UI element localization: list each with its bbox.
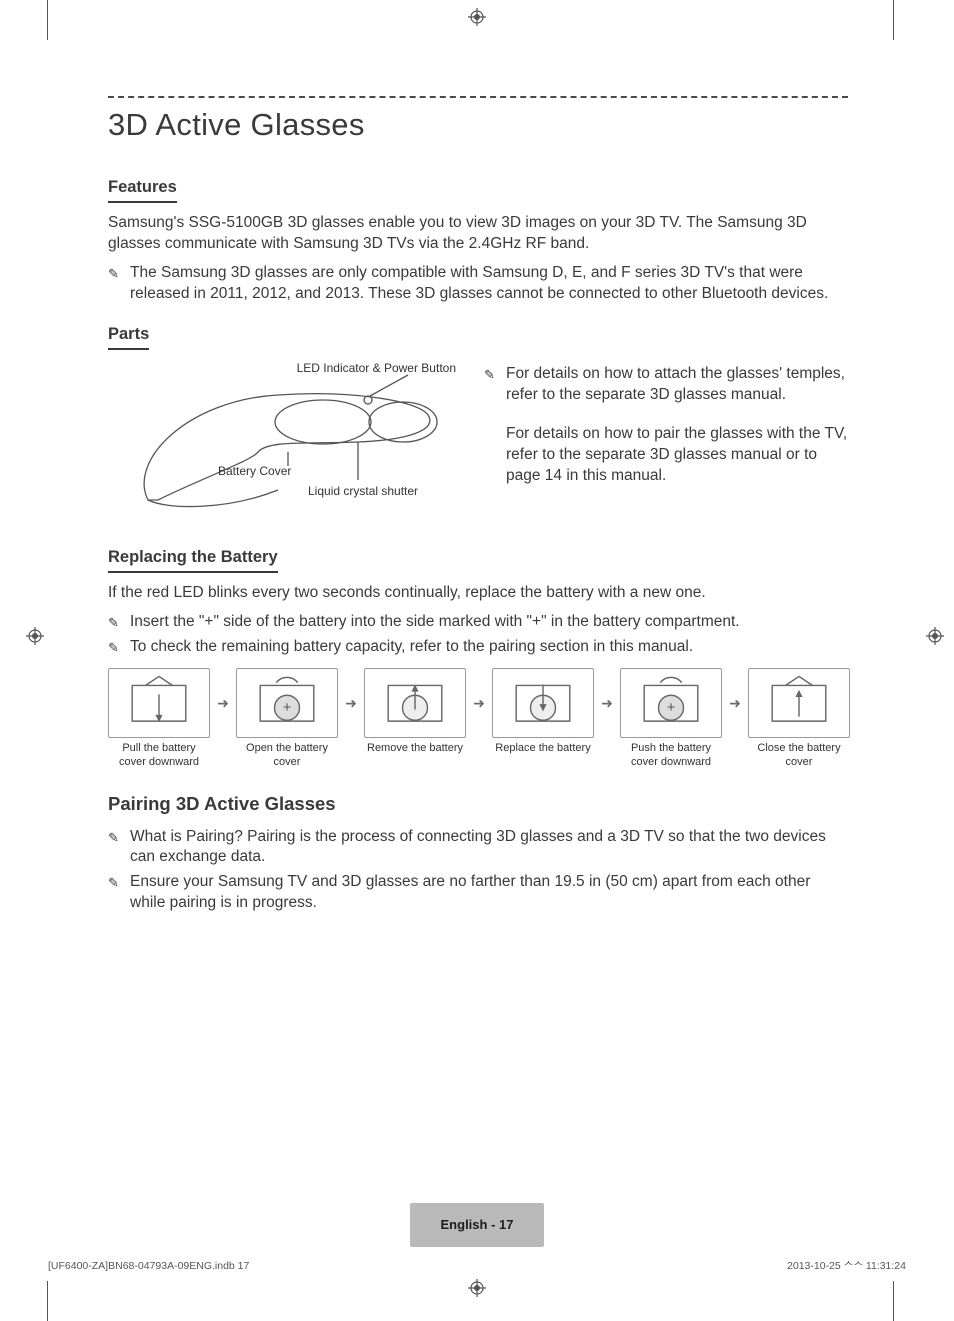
step-arrow-icon: ➜: [600, 668, 614, 738]
crop-mark: [893, 1281, 894, 1321]
page-number-badge: English - 17: [410, 1203, 544, 1247]
step-arrow-icon: ➜: [728, 668, 742, 738]
step-thumb: [492, 668, 594, 738]
label-led-power: LED Indicator & Power Button: [297, 360, 456, 376]
battery-step-icon: [753, 672, 845, 735]
step-3: Remove the battery: [364, 668, 466, 756]
glasses-diagram: LED Indicator & Power Button Battery Cov…: [108, 360, 458, 520]
crop-mark: [47, 1281, 48, 1321]
svg-text:+: +: [283, 700, 291, 716]
step-4: Replace the battery: [492, 668, 594, 756]
battery-steps: Pull the battery cover downward ➜ + Open…: [108, 668, 848, 770]
registration-mark-icon: [26, 627, 44, 645]
note-item: The Samsung 3D glasses are only compatib…: [108, 263, 848, 305]
step-thumb: +: [620, 668, 722, 738]
battery-step-icon: +: [241, 672, 333, 735]
step-caption: Remove the battery: [364, 742, 466, 756]
step-2: + Open the battery cover: [236, 668, 338, 770]
step-thumb: [364, 668, 466, 738]
battery-step-icon: +: [625, 672, 717, 735]
step-arrow-icon: ➜: [344, 668, 358, 738]
section-divider: [108, 96, 848, 98]
step-arrow-icon: ➜: [472, 668, 486, 738]
slug-left: [UF6400-ZA]BN68-04793A-09ENG.indb 17: [48, 1259, 249, 1273]
features-notes: The Samsung 3D glasses are only compatib…: [108, 263, 848, 305]
battery-heading: Replacing the Battery: [108, 546, 278, 573]
parts-heading: Parts: [108, 323, 149, 350]
note-item: Ensure your Samsung TV and 3D glasses ar…: [108, 872, 848, 914]
registration-mark-icon: [468, 1279, 486, 1297]
features-heading: Features: [108, 176, 177, 203]
step-caption: Pull the battery cover downward: [108, 742, 210, 770]
parts-paragraph: For details on how to pair the glasses w…: [506, 424, 848, 487]
step-5: + Push the battery cover downward: [620, 668, 722, 770]
svg-text:+: +: [667, 700, 675, 716]
step-caption: Replace the battery: [492, 742, 594, 756]
step-caption: Open the battery cover: [236, 742, 338, 770]
print-sheet: 3D Active Glasses Features Samsung's SSG…: [0, 0, 954, 1321]
note-item: Insert the "+" side of the battery into …: [108, 612, 848, 633]
crop-mark: [893, 0, 894, 40]
step-1: Pull the battery cover downward: [108, 668, 210, 770]
print-slug-line: [UF6400-ZA]BN68-04793A-09ENG.indb 17 201…: [48, 1259, 906, 1273]
note-item: To check the remaining battery capacity,…: [108, 637, 848, 658]
step-caption: Close the battery cover: [748, 742, 850, 770]
features-intro: Samsung's SSG-5100GB 3D glasses enable y…: [108, 213, 848, 255]
battery-step-icon: [113, 672, 205, 735]
step-thumb: [748, 668, 850, 738]
battery-step-icon: [369, 672, 461, 735]
label-battery-cover: Battery Cover: [218, 463, 291, 479]
step-6: Close the battery cover: [748, 668, 850, 770]
parts-note: For details on how to attach the glasses…: [484, 364, 848, 406]
step-thumb: +: [236, 668, 338, 738]
page-content: 3D Active Glasses Features Samsung's SSG…: [108, 96, 848, 932]
parts-text: For details on how to attach the glasses…: [484, 360, 848, 495]
note-item: For details on how to attach the glasses…: [484, 364, 848, 406]
battery-notes: Insert the "+" side of the battery into …: [108, 612, 848, 658]
registration-mark-icon: [926, 627, 944, 645]
pairing-notes: What is Pairing? Pairing is the process …: [108, 827, 848, 915]
parts-row: LED Indicator & Power Button Battery Cov…: [108, 360, 848, 520]
step-thumb: [108, 668, 210, 738]
note-item: What is Pairing? Pairing is the process …: [108, 827, 848, 869]
battery-intro: If the red LED blinks every two seconds …: [108, 583, 848, 604]
slug-right: 2013-10-25 ᄉᄉ 11:31:24: [787, 1259, 906, 1273]
label-lcs: Liquid crystal shutter: [308, 483, 418, 499]
step-caption: Push the battery cover downward: [620, 742, 722, 770]
battery-step-icon: [497, 672, 589, 735]
pairing-heading: Pairing 3D Active Glasses: [108, 792, 848, 817]
crop-mark: [47, 0, 48, 40]
step-arrow-icon: ➜: [216, 668, 230, 738]
page-title: 3D Active Glasses: [108, 104, 848, 146]
registration-mark-icon: [468, 8, 486, 26]
page-number-text: English - 17: [441, 1216, 514, 1234]
